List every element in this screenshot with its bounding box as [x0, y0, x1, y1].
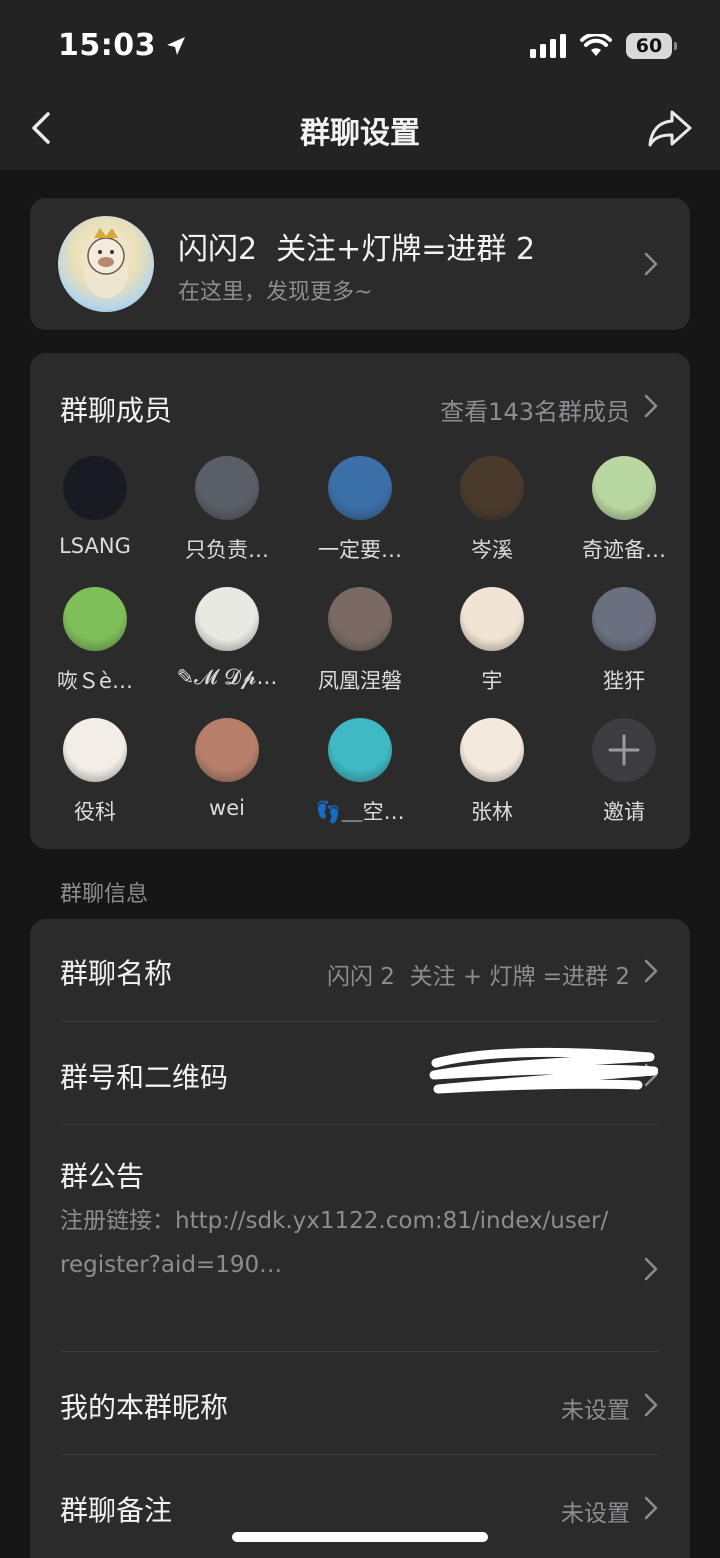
members-title: 群聊成员	[60, 394, 173, 427]
member-avatar	[195, 718, 259, 782]
member-item[interactable]: ✎𝓜 𝓓𝓹…	[167, 587, 287, 690]
my-nickname-label: 我的本群昵称	[60, 1391, 229, 1424]
my-nickname-value: 未设置	[561, 1398, 630, 1424]
member-item[interactable]: 张林	[432, 718, 552, 826]
nav-bar: 群聊设置	[0, 90, 720, 170]
invite-member-button[interactable]: 邀请	[564, 718, 684, 826]
member-avatar	[328, 587, 392, 651]
member-item[interactable]: 役科	[35, 718, 155, 826]
time-text: 15:03	[58, 28, 156, 63]
group-avatar	[58, 216, 154, 312]
member-avatar	[328, 456, 392, 520]
member-name: wei	[209, 796, 245, 820]
members-card: 群聊成员 查看143名群成员 LSANG 只负责… 一定要… 岑溪 奇迹备… 咴…	[30, 353, 690, 849]
member-item[interactable]: 岑溪	[432, 456, 552, 564]
chevron-right-icon	[644, 959, 658, 983]
status-bar: 15:03 60	[0, 0, 720, 90]
member-avatar	[195, 456, 259, 520]
member-name: 奇迹备…	[582, 538, 666, 562]
member-name: 咴Ｓè…	[57, 669, 133, 693]
member-name: LSANG	[59, 534, 131, 558]
member-avatar	[195, 587, 259, 651]
member-item[interactable]: 只负责…	[167, 456, 287, 564]
page-title: 群聊设置	[300, 116, 420, 151]
group-remark-value: 未设置	[561, 1501, 630, 1527]
group-name-row[interactable]: 群聊名称 闪闪 2 关注 + 灯牌 =进群 2	[30, 919, 690, 1021]
plus-icon	[608, 734, 640, 766]
group-notice-label: 群公告	[60, 1160, 145, 1193]
home-indicator[interactable]	[232, 1532, 488, 1542]
member-avatar	[63, 456, 127, 520]
my-nickname-row[interactable]: 我的本群昵称 未设置	[30, 1352, 690, 1454]
location-arrow-icon	[167, 36, 185, 55]
member-avatar	[460, 456, 524, 520]
invite-avatar	[592, 718, 656, 782]
member-name: 👣＿空…	[315, 800, 405, 824]
member-item[interactable]: 凤凰涅磐	[300, 587, 420, 695]
chevron-right-icon[interactable]	[642, 392, 660, 420]
group-remark-label: 群聊备注	[60, 1494, 173, 1527]
status-time: 15:03	[58, 28, 188, 63]
chevron-right-icon	[644, 252, 658, 276]
member-item[interactable]: 👣＿空…	[300, 718, 420, 826]
member-avatar	[63, 587, 127, 651]
chevron-right-icon	[644, 1393, 658, 1417]
member-name: 只负责…	[185, 538, 269, 562]
info-section-label: 群聊信息	[60, 882, 149, 907]
chevron-right-icon	[644, 1496, 658, 1520]
member-name: 役科	[74, 800, 116, 824]
member-avatar	[592, 587, 656, 651]
group-name: 闪闪2 关注+灯牌=进群 2	[178, 232, 536, 267]
member-item[interactable]: 宇	[432, 587, 552, 695]
status-indicators: 60	[530, 33, 677, 59]
signal-icon	[530, 34, 566, 58]
group-profile-card[interactable]: 闪闪2 关注+灯牌=进群 2 在这里，发现更多~	[30, 198, 690, 330]
redaction-scribble	[429, 1047, 658, 1094]
group-avatar-image	[84, 228, 128, 298]
member-item[interactable]: 奇迹备…	[564, 456, 684, 564]
member-item[interactable]: LSANG	[35, 456, 155, 558]
invite-label: 邀请	[603, 800, 645, 824]
group-info-card: 群聊名称 闪闪 2 关注 + 灯牌 =进群 2 群号和二维码 群公告 注册链接：…	[30, 919, 690, 1558]
member-item[interactable]: 一定要…	[300, 456, 420, 564]
group-name-label: 群聊名称	[60, 957, 173, 990]
member-avatar	[63, 718, 127, 782]
group-subtitle: 在这里，发现更多~	[178, 280, 373, 305]
battery-indicator: 60	[626, 33, 677, 59]
member-name: ✎𝓜 𝓓𝓹…	[176, 665, 278, 689]
group-name-value: 闪闪 2 关注 + 灯牌 =进群 2	[327, 964, 630, 990]
member-name: 凤凰涅磐	[318, 669, 402, 693]
view-all-members-link[interactable]: 查看143名群成员	[440, 392, 630, 427]
member-name: 岑溪	[471, 538, 513, 562]
member-item[interactable]: 狴犴	[564, 587, 684, 695]
member-name: 宇	[481, 669, 503, 693]
wifi-icon	[580, 34, 612, 56]
member-name: 一定要…	[318, 538, 402, 562]
group-notice-text: 注册链接：http://sdk.yx1122.com:81/index/user…	[60, 1208, 609, 1278]
member-avatar	[328, 718, 392, 782]
member-avatar	[460, 718, 524, 782]
chevron-right-icon	[644, 1257, 658, 1281]
member-avatar	[460, 587, 524, 651]
group-code-label: 群号和二维码	[60, 1061, 229, 1094]
member-item[interactable]: wei	[167, 718, 287, 820]
share-icon[interactable]	[646, 106, 694, 150]
member-name: 张林	[471, 800, 513, 824]
member-name: 狴犴	[603, 669, 645, 693]
member-item[interactable]: 咴Ｓè…	[35, 587, 155, 695]
member-avatar	[592, 456, 656, 520]
